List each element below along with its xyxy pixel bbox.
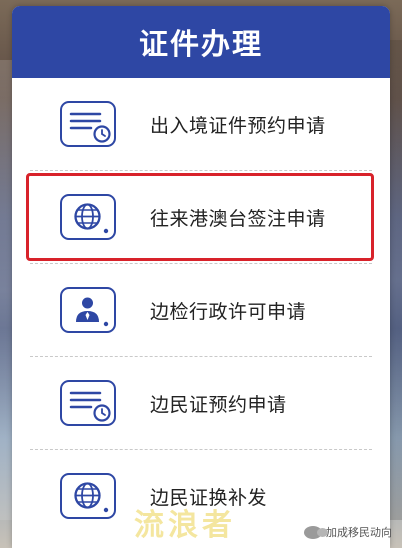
service-item-label: 出入境证件预约申请 [150,114,326,137]
service-item-hk-macao-taiwan-endorsement[interactable]: 往来港澳台签注申请 [26,171,374,264]
watermark-account: 加成移民动向 [304,524,392,540]
service-item-label: 边民证预约申请 [150,393,287,416]
panel-title: 证件办理 [138,27,263,61]
globe-icon [60,473,116,519]
watermark-account-name: 加成移民动向 [326,526,392,539]
document-clock-icon [60,101,116,147]
service-item-label: 边检行政许可申请 [150,300,307,323]
certificate-services-panel: 证件办理 出入境证件预约申请 往来港澳台签注申请 边检行政许可申请 边民证预约申… [12,6,390,548]
globe-icon [60,194,116,240]
service-item-border-resident-appointment[interactable]: 边民证预约申请 [30,357,372,450]
service-item-label: 往来港澳台签注申请 [150,207,326,230]
service-list: 出入境证件预约申请 往来港澳台签注申请 边检行政许可申请 边民证预约申请 边民证… [12,78,390,542]
officer-icon [60,287,116,333]
service-item-border-inspection-permit[interactable]: 边检行政许可申请 [30,264,372,357]
panel-header: 证件办理 [12,6,390,78]
watermark-logo: 流浪者 [134,508,236,543]
document-clock-icon [60,380,116,426]
service-item-exit-entry-appointment[interactable]: 出入境证件预约申请 [30,78,372,171]
wechat-icon [304,525,328,539]
